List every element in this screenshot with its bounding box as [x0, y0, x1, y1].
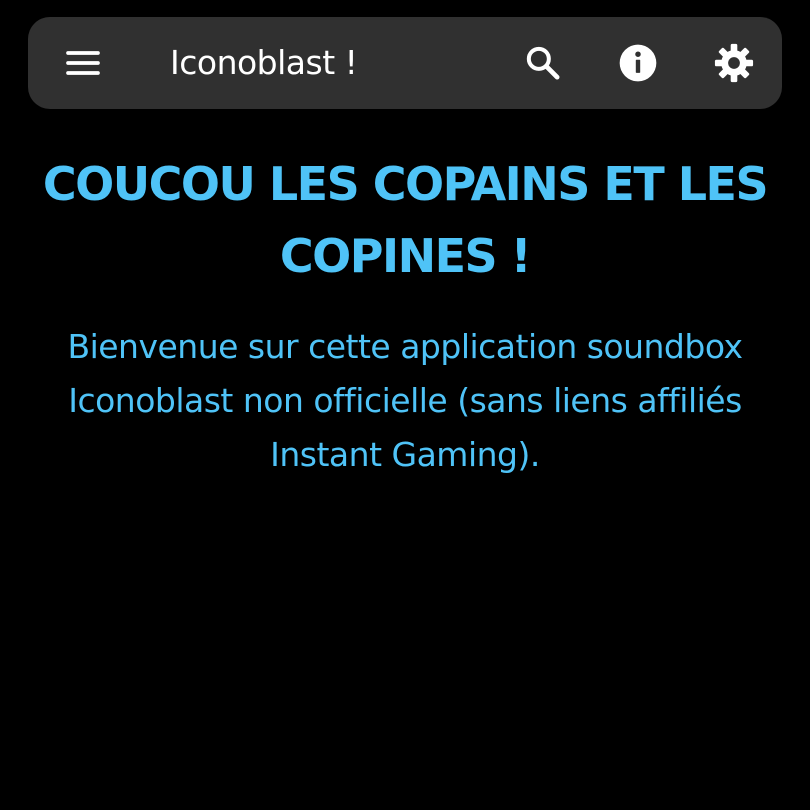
welcome-section: COUCOU LES COPAINS ET LES COPINES ! Bien… — [10, 148, 800, 482]
gear-icon — [714, 43, 754, 83]
menu-icon — [66, 51, 100, 75]
top-app-bar: Iconoblast ! — [28, 17, 782, 109]
search-icon — [526, 46, 560, 80]
app-title: Iconoblast ! — [170, 43, 358, 82]
welcome-description: Bienvenue sur cette application soundbox… — [67, 327, 743, 474]
info-button[interactable] — [614, 39, 662, 87]
info-icon — [619, 44, 657, 82]
settings-button[interactable] — [710, 39, 758, 87]
welcome-headline: COUCOU LES COPAINS ET LES COPINES ! — [42, 157, 769, 283]
menu-button[interactable] — [59, 39, 107, 87]
search-button[interactable] — [519, 39, 567, 87]
